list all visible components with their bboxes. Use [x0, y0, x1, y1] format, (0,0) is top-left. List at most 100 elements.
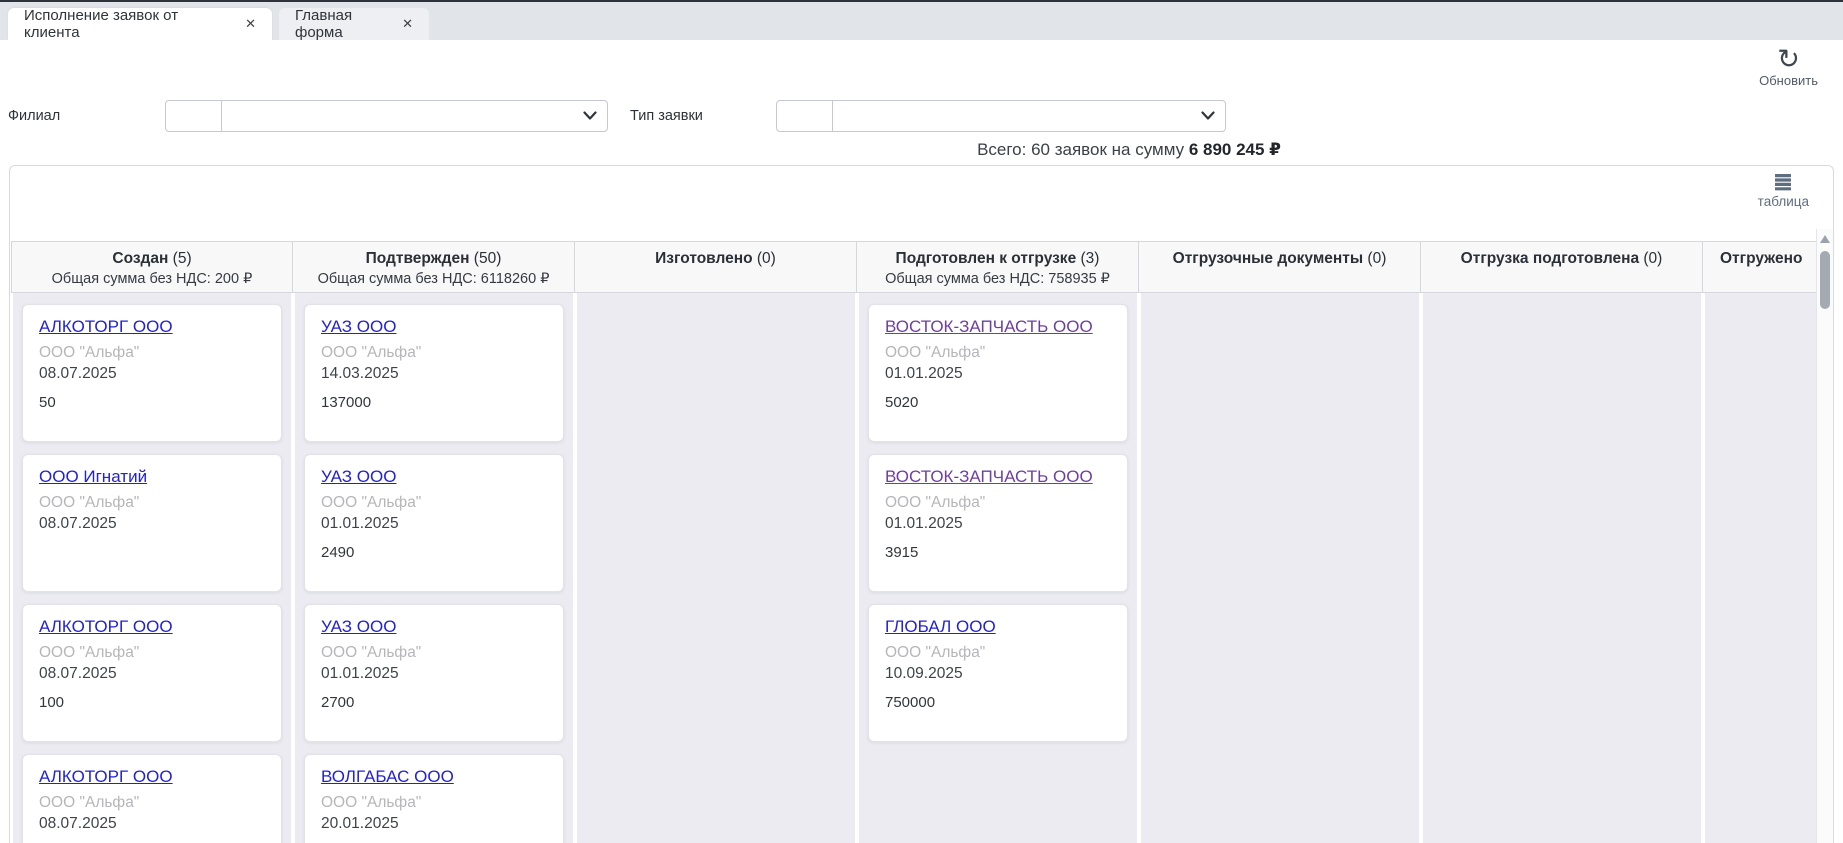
card-date: 01.01.2025: [321, 663, 547, 684]
refresh-button[interactable]: ↻ Обновить: [1759, 45, 1818, 88]
card-amount: 137000: [321, 394, 547, 411]
vertical-scrollbar[interactable]: [1816, 229, 1833, 843]
kanban-column: Изготовлено (0): [575, 241, 857, 843]
close-icon[interactable]: ✕: [402, 16, 413, 32]
client-link[interactable]: АЛКОТОРГ ООО: [39, 617, 173, 637]
card-organization: ООО "Альфа": [321, 642, 547, 663]
column-title: Подтвержден: [366, 250, 470, 267]
card-amount: 3915: [885, 544, 1111, 561]
client-link[interactable]: АЛКОТОРГ ООО: [39, 767, 173, 787]
column-total-subtitle: Общая сумма без НДС: 200 ₽: [12, 271, 292, 287]
request-card[interactable]: ООО Игнатий ООО "Альфа" 08.07.2025: [22, 454, 282, 592]
request-card[interactable]: ВОСТОК-ЗАПЧАСТЬ ООО ООО "Альфа" 01.01.20…: [868, 454, 1128, 592]
card-organization: ООО "Альфа": [885, 492, 1111, 513]
column-body: АЛКОТОРГ ООО ООО "Альфа" 08.07.2025 50 О…: [13, 293, 291, 843]
card-date: 08.07.2025: [39, 813, 265, 834]
client-link[interactable]: УАЗ ООО: [321, 317, 396, 337]
column-header: Создан (5) Общая сумма без НДС: 200 ₽: [11, 241, 293, 293]
request-type-filter-label: Тип заявки: [630, 108, 703, 124]
kanban-panel: таблица Создан (5) Общая сумма без НДС: …: [9, 165, 1834, 843]
request-type-filter-code-cell[interactable]: [777, 101, 833, 131]
column-title: Отгрузка подготовлена: [1461, 250, 1639, 267]
tab-requests-execution[interactable]: Исполнение заявок от клиента ✕: [8, 8, 272, 40]
card-date: 08.07.2025: [39, 663, 265, 684]
kanban-board: Создан (5) Общая сумма без НДС: 200 ₽ АЛ…: [11, 241, 1816, 843]
client-link[interactable]: ВОЛГАБАС ООО: [321, 767, 454, 787]
kanban-column: Отгрузка подготовлена (0): [1421, 241, 1703, 843]
card-organization: ООО "Альфа": [39, 492, 265, 513]
card-date: 01.01.2025: [321, 513, 547, 534]
table-view-label: таблица: [1758, 194, 1809, 209]
tab-main-form[interactable]: Главная форма ✕: [279, 8, 429, 40]
kanban-column: Отгрузочные документы (0): [1139, 241, 1421, 843]
column-body: [577, 293, 855, 843]
request-card[interactable]: АЛКОТОРГ ООО ООО "Альфа" 08.07.2025: [22, 754, 282, 843]
totals-text: Всего: 60 заявок на сумму: [977, 140, 1184, 159]
tab-label: Исполнение заявок от клиента: [24, 7, 229, 41]
card-date: 14.03.2025: [321, 363, 547, 384]
refresh-icon: ↻: [1777, 45, 1800, 73]
chevron-down-icon[interactable]: [583, 111, 597, 121]
column-title: Отгрузочные документы: [1173, 250, 1363, 267]
request-card[interactable]: УАЗ ООО ООО "Альфа" 01.01.2025 2490: [304, 454, 564, 592]
branch-filter-code-cell[interactable]: [166, 101, 222, 131]
branch-filter-label: Филиал: [8, 108, 60, 124]
totals-amount: 6 890 245 ₽: [1189, 140, 1281, 159]
request-card[interactable]: УАЗ ООО ООО "Альфа" 14.03.2025 137000: [304, 304, 564, 442]
branch-filter-value[interactable]: [222, 101, 607, 131]
card-date: 01.01.2025: [885, 363, 1111, 384]
card-organization: ООО "Альфа": [39, 342, 265, 363]
request-card[interactable]: УАЗ ООО ООО "Альфа" 01.01.2025 2700: [304, 604, 564, 742]
card-amount: 50: [39, 394, 265, 411]
table-view-button[interactable]: таблица: [1758, 173, 1809, 209]
chevron-down-icon[interactable]: [1201, 111, 1215, 121]
client-link[interactable]: ВОСТОК-ЗАПЧАСТЬ ООО: [885, 317, 1093, 337]
client-link[interactable]: УАЗ ООО: [321, 617, 396, 637]
refresh-label: Обновить: [1759, 73, 1818, 88]
card-date: 10.09.2025: [885, 663, 1111, 684]
scrollbar-thumb[interactable]: [1820, 251, 1830, 309]
request-card[interactable]: ВОСТОК-ЗАПЧАСТЬ ООО ООО "Альфа" 01.01.20…: [868, 304, 1128, 442]
column-count: (0): [1363, 250, 1386, 267]
card-amount: 2700: [321, 694, 547, 711]
column-header: Отгрузочные документы (0): [1139, 241, 1421, 293]
column-total-subtitle: Общая сумма без НДС: 758935 ₽: [857, 271, 1138, 287]
column-header: Подготовлен к отгрузке (3) Общая сумма б…: [857, 241, 1139, 293]
column-body: [1705, 293, 1816, 843]
client-link[interactable]: ВОСТОК-ЗАПЧАСТЬ ООО: [885, 467, 1093, 487]
column-total-subtitle: Общая сумма без НДС: 6118260 ₽: [293, 271, 574, 287]
kanban-column: Подготовлен к отгрузке (3) Общая сумма б…: [857, 241, 1139, 843]
column-body: УАЗ ООО ООО "Альфа" 14.03.2025 137000 УА…: [295, 293, 573, 843]
request-type-filter-value[interactable]: [833, 101, 1225, 131]
client-link[interactable]: АЛКОТОРГ ООО: [39, 317, 173, 337]
close-icon[interactable]: ✕: [245, 16, 256, 32]
column-count: (50): [469, 250, 501, 267]
card-organization: ООО "Альфа": [321, 792, 547, 813]
kanban-column: Отгружено: [1703, 241, 1816, 843]
card-organization: ООО "Альфа": [885, 642, 1111, 663]
request-type-filter-combobox[interactable]: [776, 100, 1226, 132]
card-organization: ООО "Альфа": [39, 642, 265, 663]
tab-bar: Исполнение заявок от клиента ✕ Главная ф…: [0, 0, 1843, 40]
card-amount: 750000: [885, 694, 1111, 711]
client-link[interactable]: ООО Игнатий: [39, 467, 147, 487]
client-link[interactable]: ГЛОБАЛ ООО: [885, 617, 996, 637]
request-card[interactable]: АЛКОТОРГ ООО ООО "Альфа" 08.07.2025 50: [22, 304, 282, 442]
card-date: 01.01.2025: [885, 513, 1111, 534]
scroll-up-arrow-icon[interactable]: [1820, 235, 1830, 243]
request-card[interactable]: ВОЛГАБАС ООО ООО "Альфа" 20.01.2025: [304, 754, 564, 843]
column-title: Отгружено: [1720, 250, 1802, 267]
card-amount: 100: [39, 694, 265, 711]
branch-filter-combobox[interactable]: [165, 100, 608, 132]
toolbar: ↻ Обновить: [0, 40, 1843, 100]
column-count: (0): [1639, 250, 1662, 267]
client-link[interactable]: УАЗ ООО: [321, 467, 396, 487]
request-card[interactable]: АЛКОТОРГ ООО ООО "Альфа" 08.07.2025 100: [22, 604, 282, 742]
request-card[interactable]: ГЛОБАЛ ООО ООО "Альфа" 10.09.2025 750000: [868, 604, 1128, 742]
card-organization: ООО "Альфа": [321, 492, 547, 513]
column-body: ВОСТОК-ЗАПЧАСТЬ ООО ООО "Альфа" 01.01.20…: [859, 293, 1137, 843]
column-title: Изготовлено: [655, 250, 752, 267]
totals-line: Всего: 60 заявок на сумму 6 890 245 ₽: [0, 133, 1281, 165]
card-amount: 5020: [885, 394, 1111, 411]
card-amount: 2490: [321, 544, 547, 561]
